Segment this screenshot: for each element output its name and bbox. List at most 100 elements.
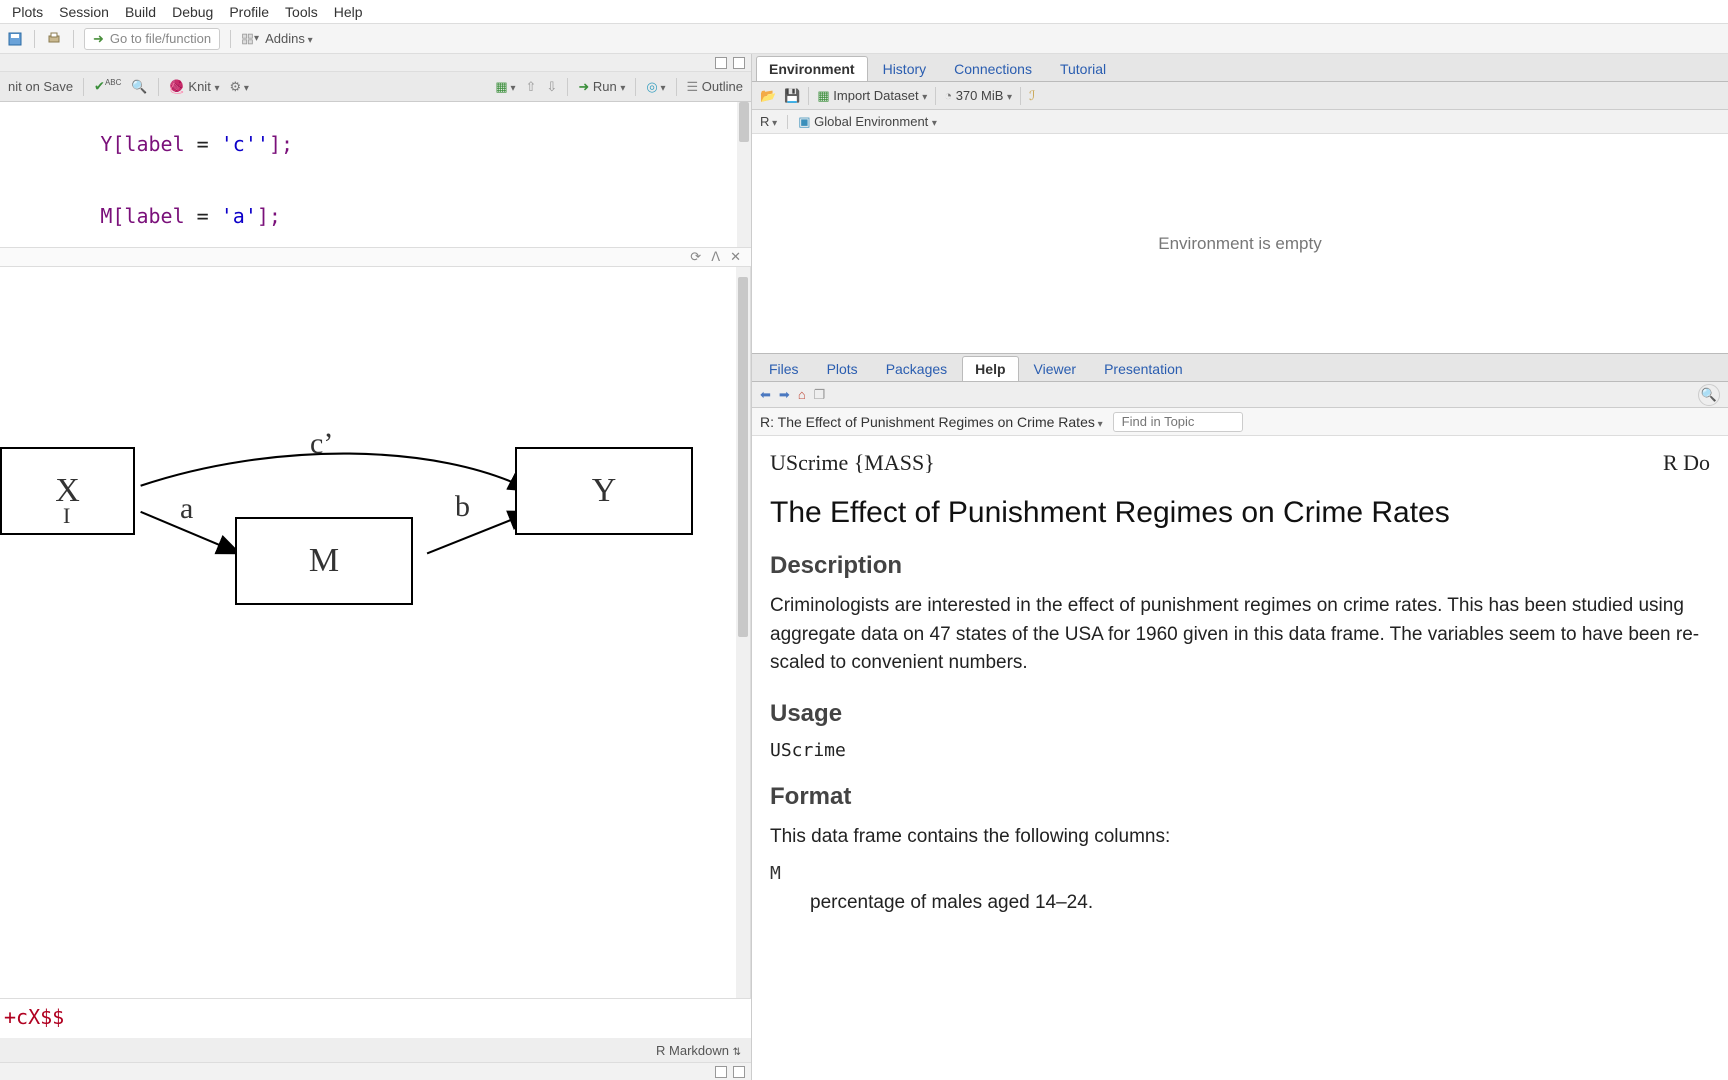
help-topic-dropdown[interactable]: R: The Effect of Punishment Regimes on C… [760, 414, 1103, 430]
menu-session[interactable]: Session [51, 4, 117, 20]
run-button[interactable]: ➜ Run [578, 79, 625, 95]
run-arrow-icon: ➜ [578, 79, 589, 94]
knit-button[interactable]: 🧶 Knit [169, 79, 220, 95]
minimize-pane-icon[interactable] [715, 1066, 727, 1078]
help-forward-icon[interactable]: ➡ [779, 387, 790, 403]
dag-label-b: b [455, 490, 470, 524]
goto-placeholder: Go to file/function [110, 31, 211, 46]
help-popup-icon[interactable]: ❐ [814, 387, 826, 403]
tab-packages[interactable]: Packages [873, 356, 960, 381]
dag-label-cprime: c’ [310, 427, 333, 461]
separator [808, 87, 809, 105]
tab-plots[interactable]: Plots [814, 356, 871, 381]
source-pane-controls [0, 54, 751, 72]
code-editor[interactable]: Y[label = 'c'']; M[label = 'a']; Y[label… [0, 102, 751, 247]
goto-file-function[interactable]: ➜ Go to file/function [84, 28, 220, 50]
spellcheck-icon[interactable]: ✔ABC [94, 78, 121, 94]
help-format-heading: Format [770, 783, 1710, 811]
menu-build[interactable]: Build [117, 4, 164, 20]
tab-tutorial[interactable]: Tutorial [1047, 56, 1119, 81]
inline-code-line[interactable]: +cX$$ [0, 998, 751, 1038]
help-tabs: Files Plots Packages Help Viewer Present… [752, 354, 1728, 382]
tab-presentation[interactable]: Presentation [1091, 356, 1196, 381]
help-description-heading: Description [770, 552, 1710, 580]
help-breadcrumb: R: The Effect of Punishment Regimes on C… [752, 408, 1728, 436]
tab-history[interactable]: History [870, 56, 940, 81]
help-usage-heading: Usage [770, 700, 1710, 728]
chunk-close-icon[interactable]: ✕ [730, 249, 741, 265]
dag-node-m: M [235, 517, 413, 605]
import-dataset-menu[interactable]: ▦ Import Dataset [817, 88, 927, 104]
save-env-icon[interactable]: 💾 [784, 88, 800, 104]
separator [935, 87, 936, 105]
goto-arrow-icon: ➜ [93, 31, 104, 47]
import-grid-icon: ▦ [817, 88, 829, 103]
save-icon[interactable] [6, 30, 24, 48]
env-scope-bar: R ▣ Global Environment [752, 110, 1728, 134]
separator [73, 30, 74, 48]
globe-icon: ▣ [798, 114, 810, 129]
outline-icon: ☰ [687, 79, 699, 94]
tab-help[interactable]: Help [962, 356, 1018, 381]
editor-scrollbar[interactable] [737, 102, 751, 247]
find-replace-icon[interactable]: 🔍 [131, 79, 147, 95]
menu-tools[interactable]: Tools [277, 4, 326, 20]
tab-connections[interactable]: Connections [941, 56, 1045, 81]
help-format-text: This data frame contains the following c… [770, 823, 1710, 852]
output-scrollbar[interactable] [736, 267, 750, 998]
help-back-icon[interactable]: ⬅ [760, 387, 771, 403]
editor-status-bar: R Markdown ⇅ [0, 1038, 751, 1062]
dag-node-y: Y [515, 447, 693, 535]
tab-viewer[interactable]: Viewer [1021, 356, 1090, 381]
env-body: Environment is empty [752, 134, 1728, 353]
outline-button[interactable]: ☰ Outline [687, 79, 743, 95]
separator [158, 78, 159, 96]
separator [83, 78, 84, 96]
separator [635, 78, 636, 96]
addins-menu[interactable]: Addins [265, 31, 313, 46]
env-tabs: Environment History Connections Tutorial [752, 54, 1728, 82]
maximize-pane-icon[interactable] [733, 1066, 745, 1078]
menu-help[interactable]: Help [326, 4, 371, 20]
menu-profile[interactable]: Profile [221, 4, 277, 20]
go-prev-chunk-icon[interactable]: ⇧ [526, 79, 537, 95]
help-content[interactable]: UScrime {MASS} R Do The Effect of Punish… [752, 436, 1728, 1080]
separator [230, 30, 231, 48]
broom-clear-icon[interactable]: ℐ [1029, 88, 1035, 104]
separator [1020, 87, 1021, 105]
maximize-pane-icon[interactable] [733, 57, 745, 69]
memory-usage[interactable]: ◔ 370 MiB [944, 88, 1012, 103]
env-scope-select[interactable]: ▣ Global Environment [798, 114, 937, 130]
minimize-pane-icon[interactable] [715, 57, 727, 69]
chunk-collapse-icon[interactable]: ⴷ [711, 249, 720, 265]
menu-plots[interactable]: Plots [4, 4, 51, 20]
help-column-name: M [770, 863, 1710, 884]
tab-files[interactable]: Files [756, 356, 812, 381]
go-next-chunk-icon[interactable]: ⇩ [546, 79, 557, 95]
file-type-selector[interactable]: R Markdown ⇅ [656, 1043, 741, 1058]
dag-diagram-output: X M Y c’ a b I [0, 267, 751, 998]
editor-toolbar: nit on Save ✔ABC 🔍 🧶 Knit ⚙ ▦ ⇧ ⇩ ➜ Run [0, 72, 751, 102]
help-rdoc-label: R Do [1663, 450, 1710, 476]
env-empty-text: Environment is empty [1158, 234, 1321, 254]
help-package-title: UScrime {MASS} [770, 450, 935, 476]
insert-chunk-icon[interactable]: ▦ [495, 79, 515, 95]
menu-debug[interactable]: Debug [164, 4, 221, 20]
chunk-run-icon[interactable]: ⟳ [690, 249, 701, 265]
help-column-desc: percentage of males aged 14–24. [810, 892, 1710, 914]
knit-yarn-icon: 🧶 [169, 79, 185, 94]
publish-icon[interactable]: ◎ [646, 79, 665, 95]
separator [676, 78, 677, 96]
chunk-output-toolbar: ⟳ ⴷ ✕ [0, 247, 751, 267]
env-lang-select[interactable]: R [760, 114, 777, 129]
knit-on-save-toggle[interactable]: nit on Save [8, 79, 73, 94]
memory-pie-icon: ◔ [944, 88, 952, 103]
help-home-icon[interactable]: ⌂ [798, 387, 806, 402]
tab-environment[interactable]: Environment [756, 56, 868, 81]
open-folder-icon[interactable]: 📂 [760, 88, 776, 104]
settings-gear-icon[interactable]: ⚙ [229, 79, 248, 95]
grid-view-icon[interactable] [241, 30, 259, 48]
help-search-icon[interactable]: 🔍 [1698, 384, 1720, 406]
print-icon[interactable] [45, 30, 63, 48]
find-in-topic-input[interactable] [1113, 412, 1243, 432]
